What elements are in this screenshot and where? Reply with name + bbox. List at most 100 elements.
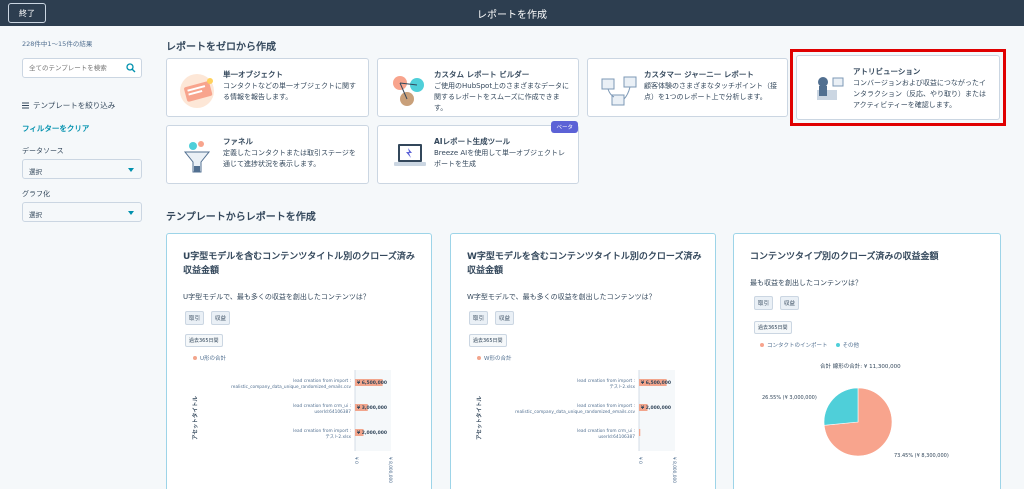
chart-type-value: 選択 [29, 211, 42, 219]
tag-revenue: 収益 [211, 311, 231, 325]
customer-journey-illustration-icon [601, 76, 637, 106]
chart-type-select[interactable]: 選択 [22, 202, 142, 222]
filter-lines-icon [22, 102, 29, 109]
template-card-w-shaped[interactable]: W字型モデルを含むコンテンツタイトル別のクローズ済み収益金額 W字型モデルで、最… [450, 233, 716, 489]
custom-builder-illustration-icon [393, 76, 424, 106]
x-tick-label: ¥ 0 [637, 457, 643, 464]
tag-revenue: 収益 [495, 311, 515, 325]
tag-deal: 取引 [469, 311, 489, 325]
template-title: U字型モデルを含むコンテンツタイトル別のクローズ済み収益金額 [183, 252, 415, 276]
date-range-tag: 過去365日間 [185, 334, 223, 347]
category-label: lead creation from import : [577, 403, 635, 409]
card-single-object[interactable]: 単一オブジェクト コンタクトなどの単一オブジェクトに関する情報を報告します。 [166, 58, 369, 117]
template-subtitle: U字型モデルで、最も多くの収益を創出したコンテンツは？ [183, 293, 370, 301]
card-customer-journey-report[interactable]: カスタマー ジャーニー レポート 顧客体験のさまざまなタッチポイント（接点）を1… [587, 58, 788, 117]
bar [639, 429, 641, 436]
sidebar: 228件中1〜15件の結果 テンプレートを絞り込み フィルターをクリア データソ… [0, 26, 150, 489]
category-label: テスト2.xlsx [609, 384, 635, 390]
category-label: userId:64106387 [314, 409, 351, 415]
chart-legend: U形の合計 [193, 354, 226, 362]
card-title: ファネル [223, 137, 253, 146]
legend-item: W形の合計 [477, 354, 511, 362]
category-label: realistic_company_data_unique_randomized… [515, 409, 635, 415]
card-title: カスタマー ジャーニー レポート [644, 70, 754, 79]
legend-item: その他 [835, 341, 859, 349]
bar-value-label: ¥ 2,000,000 [641, 405, 671, 411]
funnel-illustration-icon [183, 141, 211, 173]
bar-value-label: ¥ 2,000,000 [357, 430, 387, 436]
legend-label: W形の合計 [484, 356, 512, 362]
tag-deal: 取引 [185, 311, 205, 325]
single-object-illustration-icon [180, 74, 214, 108]
chevron-down-icon [128, 211, 134, 215]
bar-value-label: ¥ 3,000,000 [357, 405, 387, 411]
x-tick-label: ¥ 8,000,000 [387, 457, 393, 483]
data-source-label: データソース [22, 147, 64, 155]
card-title: 単一オブジェクト [223, 70, 283, 79]
result-count: 228件中1〜15件の結果 [22, 40, 93, 48]
template-subtitle: 最も収益を創出したコンテンツは？ [750, 279, 862, 287]
u-shaped-bar-chart: アセットタイトルlead creation from import :reali… [191, 370, 393, 483]
page-title: レポートを作成 [477, 10, 547, 21]
category-label: lead creation from import : [293, 428, 351, 434]
tag-deal: 取引 [754, 296, 774, 310]
w-shaped-bar-chart: アセットタイトルlead creation from import :テスト2.… [475, 370, 677, 483]
search-icon[interactable] [126, 63, 136, 73]
chart-type-label: グラフ化 [22, 190, 50, 198]
section-title-scratch: レポートをゼロから作成 [166, 42, 276, 53]
beta-badge: ベータ [551, 121, 578, 133]
date-range-tag: 過去365日間 [754, 321, 792, 334]
search-input[interactable] [29, 64, 125, 72]
template-card-u-shaped[interactable]: U字型モデルを含むコンテンツタイトル別のクローズ済み収益金額 U字型モデルで、最… [166, 233, 432, 489]
tag-revenue: 収益 [780, 296, 800, 310]
bar-value-label: ¥ 6,500,000 [357, 380, 387, 386]
chart-legend: コンタクトのインポート その他 [760, 341, 859, 349]
legend-item: コンタクトのインポート [760, 341, 828, 349]
data-source-value: 選択 [29, 168, 42, 176]
category-label: userId:64106387 [598, 434, 635, 440]
card-ai-report-generator[interactable]: AIレポート生成ツール Breeze AIを使用して単一オブジェクトレポートを生… [377, 121, 579, 184]
slice-label: 73.45% (¥ 8,300,000) [894, 453, 949, 459]
template-card-content-type[interactable]: コンテンツタイプ別のクローズ済みの収益金額 最も収益を創出したコンテンツは？ 取… [733, 233, 1001, 489]
category-label: lead creation from import : [293, 378, 351, 384]
category-label: テスト2.xlsx [325, 434, 351, 440]
category-label: lead creation from crm_ui : [577, 428, 635, 434]
chevron-down-icon [128, 168, 134, 172]
clear-filters-link[interactable]: フィルターをクリア [22, 123, 89, 134]
template-search[interactable] [22, 58, 142, 78]
card-custom-report-builder[interactable]: カスタム レポート ビルダー ご使用のHubSpot上のさまざまなデータに関する… [377, 58, 579, 117]
chart-legend: W形の合計 [477, 354, 511, 362]
template-subtitle: W字型モデルで、最も多くの収益を創出したコンテンツは？ [467, 293, 656, 301]
y-axis-title: アセットタイトル [475, 396, 483, 440]
category-label: realistic_company_data_unique_randomized… [231, 384, 351, 390]
filter-heading: テンプレートを絞り込み [22, 100, 115, 111]
top-bar: 終了 レポートを作成 [0, 0, 1024, 26]
x-tick-label: ¥ 0 [353, 457, 359, 464]
highlight-frame [790, 49, 1006, 126]
legend-label: U形の合計 [200, 356, 227, 362]
filter-heading-label: テンプレートを絞り込み [33, 101, 116, 110]
category-label: lead creation from import : [577, 378, 635, 384]
card-title: カスタム レポート ビルダー [434, 70, 530, 79]
card-description: Breeze AIを使用して単一オブジェクトレポートを生成 [434, 149, 565, 168]
category-label: lead creation from crm_ui : [293, 403, 351, 409]
y-axis-title: アセットタイトル [191, 396, 199, 440]
card-description: ご使用のHubSpot上のさまざまなデータに関するレポートをスムーズに作成できま… [434, 82, 570, 112]
x-tick-label: ¥ 8,000,000 [671, 457, 677, 483]
section-title-template: テンプレートからレポートを作成 [166, 212, 316, 223]
template-title: コンテンツタイプ別のクローズ済みの収益金額 [750, 252, 939, 262]
legend-item: U形の合計 [193, 354, 226, 362]
card-title: AIレポート生成ツール [434, 137, 511, 146]
content-type-pie-chart: 73.45% (¥ 8,300,000) 26.55% (¥ 3,000,000) [762, 387, 949, 459]
card-funnel[interactable]: ファネル 定義したコンタクトまたは取引ステージを通じて進捗状況を表示します。 [166, 125, 369, 184]
ai-laptop-illustration-icon [394, 144, 426, 166]
data-source-select[interactable]: 選択 [22, 159, 142, 179]
pie-slice [823, 387, 859, 426]
slice-label: 26.55% (¥ 3,000,000) [762, 395, 817, 401]
legend-label: コンタクトのインポート [767, 343, 828, 349]
card-description: 定義したコンタクトまたは取引ステージを通じて進捗状況を表示します。 [223, 149, 356, 168]
template-title: W字型モデルを含むコンテンツタイトル別のクローズ済み収益金額 [467, 252, 702, 276]
pie-total-label: 合計 線形の合計: ¥ 11,300,000 [820, 364, 901, 370]
date-range-tag: 過去365日間 [469, 334, 507, 347]
card-description: 顧客体験のさまざまなタッチポイント（接点）を1つのレポート上で分析します。 [644, 82, 777, 101]
